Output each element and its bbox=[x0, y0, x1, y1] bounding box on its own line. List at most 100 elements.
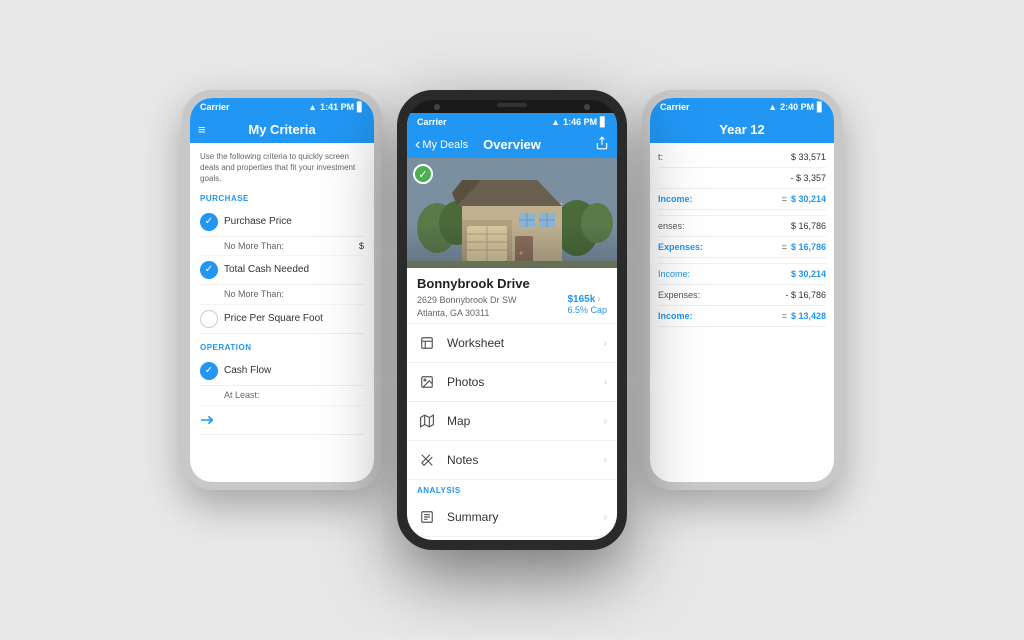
row-net-income2: Income: = $ 13,428 bbox=[658, 306, 826, 327]
menu-item-map[interactable]: Map › bbox=[407, 402, 617, 441]
phone-left: Carrier ▲ 1:41 PM ▋ ≡ My Criteria Use th… bbox=[182, 90, 382, 490]
criteria-row-purchase-price[interactable]: ✓ Purchase Price bbox=[200, 208, 364, 237]
chevron-worksheet: › bbox=[604, 338, 607, 349]
camera-dot-2 bbox=[584, 104, 590, 110]
wifi-icon-right: ▲ bbox=[768, 102, 777, 112]
label-total-expenses: Expenses: bbox=[658, 242, 703, 252]
battery-icon-center: ▋ bbox=[600, 117, 607, 128]
property-name: Bonnybrook Drive bbox=[417, 276, 607, 291]
label-worksheet: Worksheet bbox=[447, 336, 594, 350]
menu-item-photos[interactable]: Photos › bbox=[407, 363, 617, 402]
status-bar-left: Carrier ▲ 1:41 PM ▋ bbox=[190, 98, 374, 116]
speaker bbox=[497, 103, 527, 107]
analysis-section-label: ANALYSIS bbox=[407, 480, 617, 498]
battery-icon-left: ▋ bbox=[357, 102, 364, 113]
battery-icon-right: ▋ bbox=[817, 102, 824, 113]
row-total-expenses: Expenses: = $ 16,786 bbox=[658, 237, 826, 258]
label-ppsf: Price Per Square Foot bbox=[224, 312, 323, 326]
sub-row-total-cash: No More Than: bbox=[200, 285, 364, 305]
menu-item-worksheet[interactable]: Worksheet › bbox=[407, 324, 617, 363]
status-bar-right: Carrier ▲ 2:40 PM ▋ bbox=[650, 98, 834, 116]
phones-container: Carrier ▲ 1:41 PM ▋ ≡ My Criteria Use th… bbox=[162, 30, 862, 610]
time-left: 1:41 PM bbox=[320, 102, 354, 112]
property-address: 2629 Bonnybrook Dr SW Atlanta, GA 30311 … bbox=[417, 294, 607, 319]
value-income2: $ 30,214 bbox=[791, 269, 826, 279]
criteria-row-arrow bbox=[200, 406, 364, 435]
value-net-income2: $ 13,428 bbox=[791, 311, 826, 321]
label-photos: Photos bbox=[447, 375, 594, 389]
label-purchase-price: Purchase Price bbox=[224, 215, 292, 229]
nav-title-center: Overview bbox=[483, 137, 541, 152]
menu-item-summary[interactable]: Summary › bbox=[407, 498, 617, 537]
row-deduction: - $ 3,357 bbox=[658, 168, 826, 189]
label-income2: Income: bbox=[658, 269, 690, 279]
criteria-row-cash-flow[interactable]: ✓ Cash Flow bbox=[200, 357, 364, 386]
back-label: My Deals bbox=[422, 139, 468, 151]
map-icon bbox=[417, 411, 437, 431]
label-net-income: Income: bbox=[658, 194, 693, 204]
chevron-summary: › bbox=[604, 512, 607, 523]
criteria-row-ppsf[interactable]: Price Per Square Foot bbox=[200, 305, 364, 334]
price-chevron: › bbox=[597, 294, 600, 305]
summary-icon bbox=[417, 507, 437, 527]
property-image: ✓ bbox=[407, 158, 617, 268]
row-expenses: enses: $ 16,786 bbox=[658, 216, 826, 237]
property-image-overlay bbox=[407, 158, 617, 268]
row-expenses2: Expenses: - $ 16,786 bbox=[658, 285, 826, 306]
eq-total-expenses: = bbox=[782, 242, 787, 252]
property-info: Bonnybrook Drive 2629 Bonnybrook Dr SW A… bbox=[407, 268, 617, 324]
label-notes: Notes bbox=[447, 453, 594, 467]
row-income2: Income: $ 30,214 bbox=[658, 264, 826, 285]
check-purchase-price: ✓ bbox=[200, 213, 218, 231]
sub-row-cash-flow: At Least: bbox=[200, 386, 364, 406]
share-icon[interactable] bbox=[595, 136, 609, 153]
criteria-row-total-cash[interactable]: ✓ Total Cash Needed bbox=[200, 256, 364, 285]
value-expenses: $ 16,786 bbox=[791, 221, 826, 231]
eq-net-income: = bbox=[782, 194, 787, 204]
phone-right: Carrier ▲ 2:40 PM ▋ Year 12 t: $ 33,571 bbox=[642, 90, 842, 490]
hamburger-icon[interactable]: ≡ bbox=[198, 122, 206, 137]
value-net-income: $ 30,214 bbox=[791, 194, 826, 204]
menu-item-notes[interactable]: Notes › bbox=[407, 441, 617, 480]
chevron-map: › bbox=[604, 416, 607, 427]
carrier-center: Carrier bbox=[417, 117, 447, 127]
section-operation: OPERATION bbox=[200, 342, 364, 353]
row-income-gross: t: $ 33,571 bbox=[658, 147, 826, 168]
label-cash-flow: Cash Flow bbox=[224, 364, 271, 378]
green-badge: ✓ bbox=[413, 164, 433, 184]
label-summary: Summary bbox=[447, 510, 594, 524]
sub-label-tc: No More Than: bbox=[224, 288, 284, 301]
cap-rate: 6.5% Cap bbox=[567, 305, 607, 315]
criteria-body: Use the following criteria to quickly sc… bbox=[190, 143, 374, 443]
eq-net-income2: = bbox=[782, 311, 787, 321]
property-price: $165k › bbox=[567, 294, 607, 305]
sub-label-pp: No More Than: bbox=[224, 240, 284, 253]
label-total-cash: Total Cash Needed bbox=[224, 263, 309, 277]
chevron-photos: › bbox=[604, 377, 607, 388]
label-map: Map bbox=[447, 414, 594, 428]
sub-value-pp: $ bbox=[359, 240, 364, 253]
arrow-icon bbox=[200, 411, 218, 429]
phone-center: Carrier ▲ 1:46 PM ▋ My Deals Overview bbox=[397, 90, 627, 550]
worksheet-icon bbox=[417, 333, 437, 353]
back-chevron-icon bbox=[415, 136, 420, 154]
nav-title-right: Year 12 bbox=[719, 122, 765, 137]
wifi-icon-left: ▲ bbox=[308, 102, 317, 112]
sub-row-purchase-price: No More Than: $ bbox=[200, 237, 364, 257]
nav-back-button[interactable]: My Deals bbox=[415, 136, 468, 154]
photos-icon bbox=[417, 372, 437, 392]
section-purchase: PURCHASE bbox=[200, 193, 364, 204]
time-center: 1:46 PM bbox=[563, 117, 597, 127]
carrier-right: Carrier bbox=[660, 102, 690, 112]
check-cash-flow: ✓ bbox=[200, 362, 218, 380]
label-gross: t: bbox=[658, 152, 663, 162]
sub-label-cf: At Least: bbox=[224, 389, 260, 402]
empty-circle-ppsf bbox=[200, 310, 218, 328]
nav-bar-left: ≡ My Criteria bbox=[190, 116, 374, 143]
time-right: 2:40 PM bbox=[780, 102, 814, 112]
carrier-left: Carrier bbox=[200, 102, 230, 112]
criteria-description: Use the following criteria to quickly sc… bbox=[200, 151, 364, 185]
address-line1: 2629 Bonnybrook Dr SW bbox=[417, 294, 517, 307]
value-deduction: - $ 3,357 bbox=[790, 173, 826, 183]
label-expenses: enses: bbox=[658, 221, 685, 231]
